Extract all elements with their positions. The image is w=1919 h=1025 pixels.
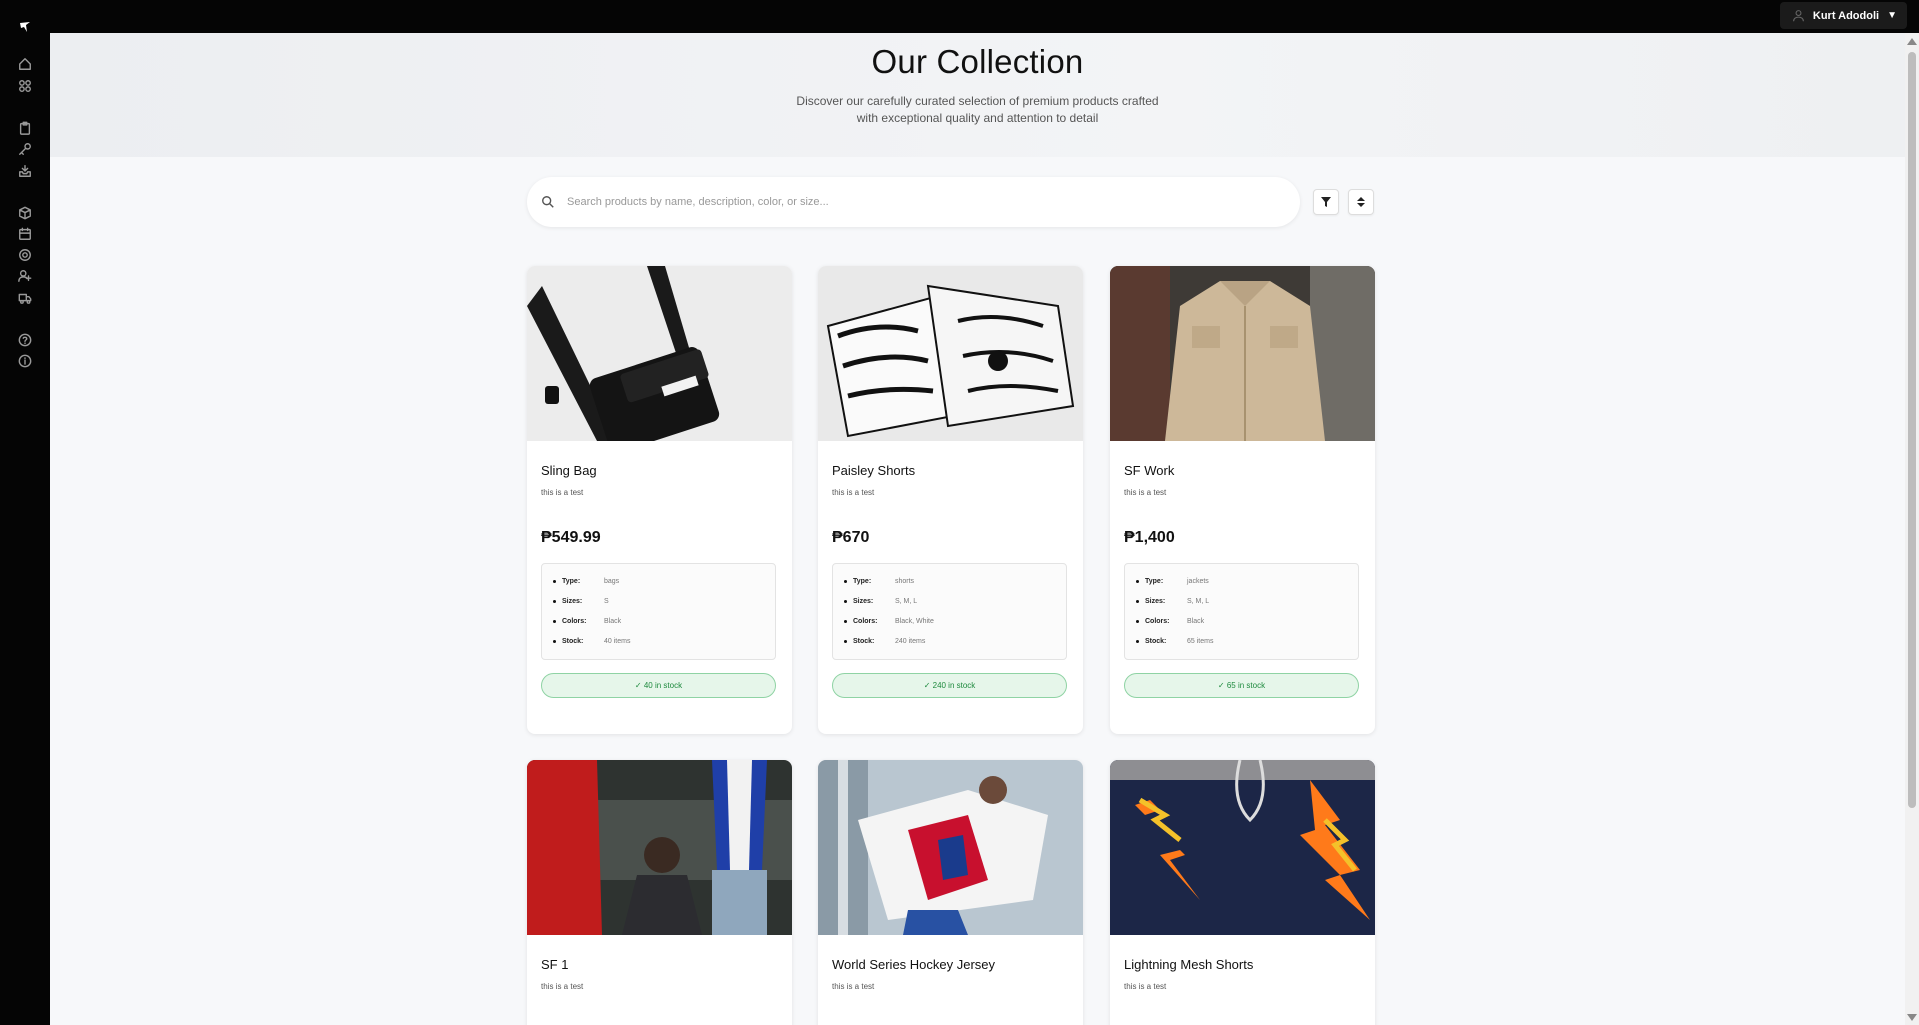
spec-label-colors: Colors: (562, 618, 587, 625)
product-specs: Type: bags Sizes: S Colors: Black Stock: 40 … (541, 563, 776, 660)
inbox-icon[interactable] (18, 164, 32, 178)
sidebar (0, 0, 50, 1025)
product-description: this is a test (1124, 488, 1167, 497)
spec-label-type: Type: (562, 578, 581, 585)
search-input[interactable] (567, 191, 1267, 213)
spec-value-sizes: S (604, 598, 609, 605)
spec-value-colors: Black, White (895, 618, 934, 625)
spec-label-sizes: Sizes: (1145, 598, 1166, 605)
product-image[interactable] (527, 760, 792, 935)
stock-badge: ✓ 65 in stock (1124, 673, 1359, 698)
product-card[interactable]: Sling Bag this is a test ₱549.99 Type: ba… (527, 266, 792, 734)
key-icon[interactable] (18, 142, 32, 156)
product-specs: Type: jackets Sizes: S, M, L Colors: Black … (1124, 563, 1359, 660)
product-description: this is a test (832, 982, 875, 991)
spec-label-stock: Stock: (853, 638, 875, 645)
spec-value-stock: 40 items (604, 638, 631, 645)
search-icon (542, 196, 554, 208)
product-image[interactable] (818, 266, 1083, 441)
hero-banner: Our Collection Discover our carefully cu… (50, 33, 1905, 157)
stock-badge: ✓ 240 in stock (832, 673, 1067, 698)
spec-value-type: jackets (1187, 578, 1209, 585)
spec-value-stock: 240 items (895, 638, 926, 645)
product-description: this is a test (541, 982, 584, 991)
user-plus-icon[interactable] (18, 269, 32, 283)
product-card[interactable]: SF 1 this is a test (527, 760, 792, 1025)
product-name: SF 1 (541, 957, 569, 972)
product-name: Sling Bag (541, 463, 597, 478)
page-subtitle: Discover our carefully curated selection… (796, 94, 1159, 125)
spec-label-stock: Stock: (1145, 638, 1167, 645)
product-name: Lightning Mesh Shorts (1124, 957, 1254, 972)
spec-label-sizes: Sizes: (853, 598, 874, 605)
calendar-icon[interactable] (18, 227, 32, 241)
user-icon (1792, 10, 1804, 22)
filter-icon (1321, 197, 1331, 207)
filter-button[interactable] (1313, 189, 1339, 215)
spec-value-colors: Black (1187, 618, 1205, 625)
chevron-down-icon: ▼ (1887, 10, 1897, 21)
product-price: ₱670 (832, 529, 870, 546)
sort-icon (1357, 197, 1365, 207)
product-price: ₱1,400 (1124, 529, 1175, 546)
spec-label-type: Type: (853, 578, 872, 585)
product-description: this is a test (1124, 982, 1167, 991)
spec-label-stock: Stock: (562, 638, 584, 645)
spec-value-colors: Black (604, 618, 622, 625)
scrollbar-thumb[interactable] (1908, 52, 1916, 808)
spec-value-type: bags (604, 578, 620, 585)
scroll-up-arrow-icon[interactable] (1907, 38, 1917, 45)
spec-value-stock: 65 items (1187, 638, 1214, 645)
page-title: Our Collection (871, 43, 1084, 80)
product-card[interactable]: World Series Hockey Jersey this is a tes… (818, 760, 1083, 1025)
help-icon[interactable] (18, 333, 32, 347)
product-image[interactable] (1110, 760, 1375, 935)
product-description: this is a test (541, 488, 584, 497)
product-image[interactable] (1110, 266, 1375, 441)
product-image[interactable] (527, 266, 792, 441)
stock-badge: ✓ 40 in stock (541, 673, 776, 698)
user-name: Kurt Adodoli (1812, 9, 1880, 22)
spec-label-colors: Colors: (853, 618, 878, 625)
product-price: ₱549.99 (541, 529, 601, 546)
truck-icon[interactable] (18, 291, 32, 305)
home-icon[interactable] (18, 57, 32, 71)
spec-value-sizes: S, M, L (1187, 598, 1210, 605)
product-image[interactable] (818, 760, 1083, 935)
product-name: Paisley Shorts (832, 463, 916, 478)
product-name: World Series Hockey Jersey (832, 957, 996, 972)
grid-icon[interactable] (18, 79, 32, 93)
product-card[interactable]: Lightning Mesh Shorts this is a test (1110, 760, 1375, 1025)
scroll-down-arrow-icon[interactable] (1907, 1014, 1917, 1021)
logo-icon[interactable] (17, 19, 33, 35)
spec-value-type: shorts (895, 578, 915, 585)
product-description: this is a test (832, 488, 875, 497)
clipboard-icon[interactable] (18, 121, 32, 135)
top-bar (0, 0, 1919, 33)
spec-label-colors: Colors: (1145, 618, 1170, 625)
product-card[interactable]: Paisley Shorts this is a test ₱670 Type:… (818, 266, 1083, 734)
product-specs: Type: shorts Sizes: S, M, L Colors: Black, … (832, 563, 1067, 660)
product-name: SF Work (1124, 463, 1175, 478)
spec-label-type: Type: (1145, 578, 1164, 585)
user-menu[interactable]: Kurt Adodoli ▼ (1779, 2, 1907, 29)
spec-label-sizes: Sizes: (562, 598, 583, 605)
spec-value-sizes: S, M, L (895, 598, 918, 605)
box-icon[interactable] (18, 206, 32, 220)
settings-icon[interactable] (18, 248, 32, 262)
info-icon[interactable] (18, 354, 32, 368)
sort-button[interactable] (1348, 189, 1374, 215)
search-bar (527, 177, 1300, 227)
product-card[interactable]: SF Work this is a test ₱1,400 Type: jacke… (1110, 266, 1375, 734)
